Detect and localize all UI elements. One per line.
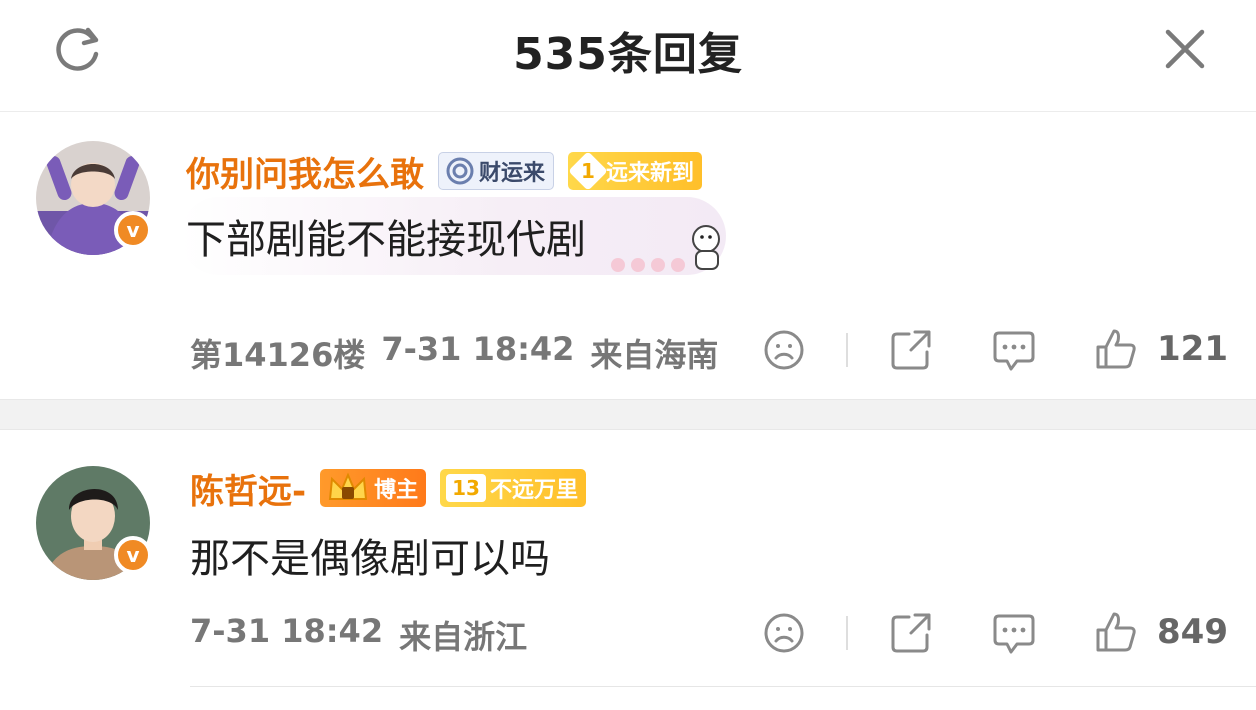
like-count: 121 — [1157, 329, 1228, 369]
avatar[interactable]: v — [36, 141, 152, 255]
comment-meta: 第14126楼 7-31 18:42 来自海南 — [190, 330, 718, 376]
crown-icon — [329, 472, 368, 500]
name-row: 你别问我怎么敢 财运来 1 远来新到 — [186, 147, 703, 196]
fan-level: 1 — [581, 158, 595, 183]
comment-text: 那不是偶像剧可以吗 — [190, 536, 550, 582]
share-icon[interactable] — [889, 328, 933, 372]
avatar[interactable]: v — [36, 466, 152, 580]
comment-item: v 你别问我怎么敢 财运来 1 远来新到 下部剧能不能接现代剧 第14126楼 … — [0, 113, 1256, 399]
username[interactable]: 陈哲远- — [190, 464, 306, 513]
fan-badge-label: 远来新到 — [606, 161, 695, 186]
floor-number: 第14126楼 — [190, 336, 366, 374]
verified-icon: v — [114, 211, 152, 249]
comment-item: v 陈哲远- 博主 13 不远万里 那不是偶像剧可以吗 7-31 18:42 来… — [0, 430, 1256, 688]
divider — [846, 333, 848, 367]
blogger-badge[interactable]: 博主 — [320, 469, 427, 507]
fan-badge[interactable]: 13 不远万里 — [440, 469, 586, 507]
header: 535条回复 — [0, 0, 1256, 112]
comment-meta: 7-31 18:42 来自浙江 — [190, 612, 527, 658]
timestamp: 7-31 18:42 — [381, 330, 575, 368]
page-title: 535条回复 — [513, 29, 743, 80]
fan-badge-label: 不远万里 — [489, 478, 578, 503]
diamond-icon: 1 — [568, 151, 608, 191]
sad-face-icon[interactable] — [763, 329, 805, 371]
username[interactable]: 你别问我怎么敢 — [186, 147, 424, 196]
thumbs-up-icon[interactable] — [1094, 327, 1138, 371]
timestamp: 7-31 18:42 — [190, 612, 384, 650]
comment-icon[interactable] — [991, 612, 1037, 656]
thumbs-up-icon[interactable] — [1094, 610, 1138, 654]
fan-badge[interactable]: 1 远来新到 — [568, 151, 703, 191]
sticker-decoration-icon — [611, 225, 720, 272]
verified-icon: v — [114, 536, 152, 574]
divider — [846, 616, 848, 650]
name-row: 陈哲远- 博主 13 不远万里 — [190, 464, 586, 513]
fan-level: 13 — [446, 474, 486, 502]
blogger-badge-label: 博主 — [374, 478, 419, 503]
location: 来自浙江 — [399, 618, 528, 656]
comment-separator — [0, 399, 1256, 430]
divider — [190, 686, 1256, 687]
close-icon[interactable] — [1160, 24, 1210, 74]
wealth-badge-label: 财运来 — [479, 161, 546, 186]
comment-text: 下部剧能不能接现代剧 — [186, 217, 586, 263]
sad-face-icon[interactable] — [763, 612, 805, 654]
wealth-badge[interactable]: 财运来 — [438, 152, 555, 190]
share-icon[interactable] — [889, 611, 933, 655]
like-count: 849 — [1157, 612, 1228, 652]
lollipop-icon — [446, 157, 474, 185]
location: 来自海南 — [590, 336, 719, 374]
comment-icon[interactable] — [991, 329, 1037, 373]
